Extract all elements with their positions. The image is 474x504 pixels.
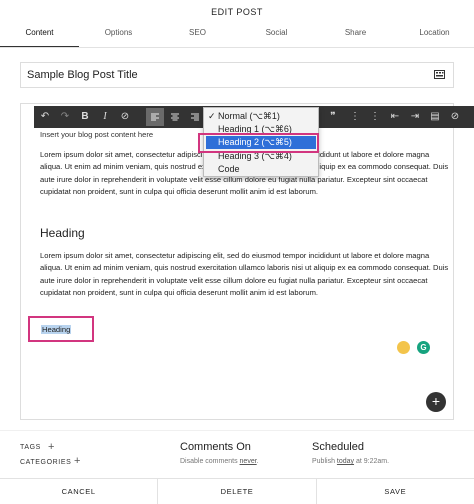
menu-item-normal[interactable]: Normal (⌥⌘1) xyxy=(218,111,280,122)
clipboard-icon[interactable]: ▤ xyxy=(426,108,444,126)
keyboard-icon[interactable] xyxy=(434,69,445,80)
tab-social[interactable]: Social xyxy=(237,22,316,47)
add-category-icon[interactable]: + xyxy=(74,455,80,467)
comments-never-link[interactable]: never xyxy=(240,458,257,465)
align-right-icon[interactable] xyxy=(186,108,204,126)
add-block-button[interactable]: + xyxy=(426,392,446,412)
undo-icon[interactable]: ↶ xyxy=(36,108,54,126)
tags-label: TAGS xyxy=(20,444,41,451)
schedule-sub-suffix: at 9:22am. xyxy=(354,458,390,465)
tab-seo[interactable]: SEO xyxy=(158,22,237,47)
comments-subtext: Disable comments never. xyxy=(180,458,259,465)
tab-options[interactable]: Options xyxy=(79,22,158,47)
ordered-list-icon[interactable]: ⋮ xyxy=(346,108,364,126)
footer-bar: CANCEL DELETE SAVE xyxy=(0,478,474,504)
comments-status[interactable]: Comments On xyxy=(180,441,251,453)
link-icon[interactable]: ⊘ xyxy=(116,108,134,126)
schedule-today-link[interactable]: today xyxy=(337,458,354,465)
quote-icon[interactable]: ❞ xyxy=(324,108,342,126)
align-center-icon[interactable] xyxy=(166,108,184,126)
emoji-icon[interactable] xyxy=(397,341,410,354)
add-tag-icon[interactable]: + xyxy=(48,441,54,453)
indent-icon[interactable]: ⇥ xyxy=(406,108,424,126)
bullet-list-icon[interactable]: ⋮ xyxy=(366,108,384,126)
content-heading: Heading xyxy=(40,226,85,240)
schedule-subtext: Publish today at 9:22am. xyxy=(312,458,389,465)
tab-bar: Content Options SEO Social Share Locatio… xyxy=(0,22,474,48)
tab-content[interactable]: Content xyxy=(0,22,79,47)
post-title-field[interactable]: Sample Blog Post Title xyxy=(20,62,454,88)
bold-icon[interactable]: B xyxy=(76,108,94,126)
align-left-icon[interactable] xyxy=(146,108,164,126)
italic-icon[interactable]: I xyxy=(96,108,114,126)
post-title-text: Sample Blog Post Title xyxy=(27,69,138,81)
categories-label: CATEGORIES xyxy=(20,459,72,466)
paragraph-2: Lorem ipsum dolor sit amet, consectetur … xyxy=(40,251,449,297)
editor-placeholder: Insert your blog post content here xyxy=(40,130,154,139)
annotation-highlight-menu xyxy=(198,133,319,153)
schedule-sub-prefix: Publish xyxy=(312,458,337,465)
grammarly-icon[interactable]: G xyxy=(417,341,430,354)
cancel-button[interactable]: CANCEL xyxy=(0,479,159,504)
redo-icon[interactable]: ↷ xyxy=(56,108,74,126)
menu-item-code[interactable]: Code xyxy=(218,164,240,174)
schedule-status[interactable]: Scheduled xyxy=(312,441,364,453)
clear-format-icon[interactable]: ⊘ xyxy=(446,108,464,126)
check-icon: ✓ xyxy=(208,111,216,121)
save-button[interactable]: SAVE xyxy=(317,479,474,504)
tab-share[interactable]: Share xyxy=(316,22,395,47)
annotation-highlight-selection xyxy=(28,316,94,342)
comments-sub-prefix: Disable comments xyxy=(180,458,240,465)
tab-location[interactable]: Location xyxy=(395,22,474,47)
outdent-icon[interactable]: ⇤ xyxy=(386,108,404,126)
page-title: EDIT POST xyxy=(211,7,263,17)
comments-sub-suffix: . xyxy=(256,458,259,465)
delete-button[interactable]: DELETE xyxy=(158,479,317,504)
divider xyxy=(0,430,474,431)
